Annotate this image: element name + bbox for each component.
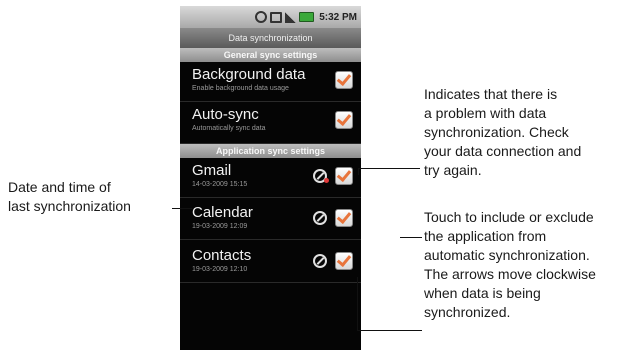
section-header-general: General sync settings: [180, 48, 361, 62]
sync-error-icon: [313, 169, 329, 183]
annotation-problem: Indicates that there is a problem with d…: [424, 85, 581, 180]
app-row-calendar[interactable]: Calendar 19-03-2009 12:09: [180, 200, 361, 240]
calendar-sync-checkbox[interactable]: [335, 208, 353, 227]
checkmark-icon: [336, 251, 352, 268]
leader-line: [358, 168, 359, 175]
annotation-line: last synchronization: [8, 198, 131, 214]
setting-title: Background data: [192, 66, 306, 83]
leader-line: [172, 208, 192, 209]
leader-line: [358, 168, 420, 169]
section-header-application: Application sync settings: [180, 144, 361, 158]
checkmark-icon: [336, 166, 352, 183]
annotation-line: Indicates that there is: [424, 86, 558, 102]
setting-row-background-data[interactable]: Background data Enable background data u…: [180, 62, 361, 102]
annotation-line: synchronization. Check: [424, 124, 569, 140]
leader-line: [357, 330, 422, 331]
screen-title: Data synchronization: [180, 28, 361, 48]
contacts-sync-checkbox[interactable]: [335, 251, 353, 270]
sync-status-icon: [255, 11, 268, 23]
annotation-line: synchronized.: [424, 304, 511, 320]
setting-subtitle: Enable background data usage: [192, 85, 289, 92]
app-row-gmail[interactable]: Gmail 14-03-2009 15:15: [180, 158, 361, 198]
app-title: Contacts: [192, 247, 252, 264]
annotation-line: automatic synchronization.: [424, 247, 590, 263]
annotation-line: when data is being: [424, 285, 541, 301]
leader-line: [357, 277, 358, 331]
annotation-line: Date and time of: [8, 179, 111, 195]
setting-subtitle: Automatically sync data: [192, 125, 266, 132]
sync-icon: [313, 254, 327, 268]
app-title: Gmail: [192, 162, 232, 179]
background-data-checkbox[interactable]: [335, 70, 353, 89]
checkmark-icon: [336, 70, 352, 87]
annotation-line: Touch to include or exclude: [424, 209, 594, 225]
signal-icon: [285, 11, 297, 23]
checkmark-icon: [336, 110, 352, 127]
annotation-line: try again.: [424, 162, 482, 178]
annotation-line: The arrows move clockwise: [424, 266, 596, 282]
battery-icon: [299, 12, 315, 22]
setting-row-auto-sync[interactable]: Auto-sync Automatically sync data: [180, 102, 361, 144]
annotation-line: your data connection and: [424, 143, 582, 159]
annotation-touch: Touch to include or exclude the applicat…: [424, 208, 596, 322]
annotation-line: the application from: [424, 228, 547, 244]
status-time: 5:32 PM: [319, 11, 357, 23]
annotation-date-time: Date and time of last synchronization: [8, 178, 131, 216]
annotation-line: a problem with data: [424, 105, 547, 121]
phone-screen: 5:32 PM Data synchronization General syn…: [180, 6, 361, 350]
last-sync-time: 19-03-2009 12:09: [192, 223, 248, 230]
app-row-contacts[interactable]: Contacts 19-03-2009 12:10: [180, 243, 361, 283]
sync-icon: [313, 211, 327, 225]
last-sync-time: 19-03-2009 12:10: [192, 266, 248, 273]
leader-line: [400, 237, 422, 238]
status-bar: 5:32 PM: [180, 6, 361, 28]
gmail-sync-checkbox[interactable]: [335, 166, 353, 185]
alert-icon: [324, 178, 329, 183]
usb-icon: [270, 11, 283, 23]
checkmark-icon: [336, 208, 352, 225]
app-title: Calendar: [192, 204, 253, 221]
last-sync-time: 14-03-2009 15:15: [192, 181, 248, 188]
setting-title: Auto-sync: [192, 106, 259, 123]
auto-sync-checkbox[interactable]: [335, 110, 353, 129]
